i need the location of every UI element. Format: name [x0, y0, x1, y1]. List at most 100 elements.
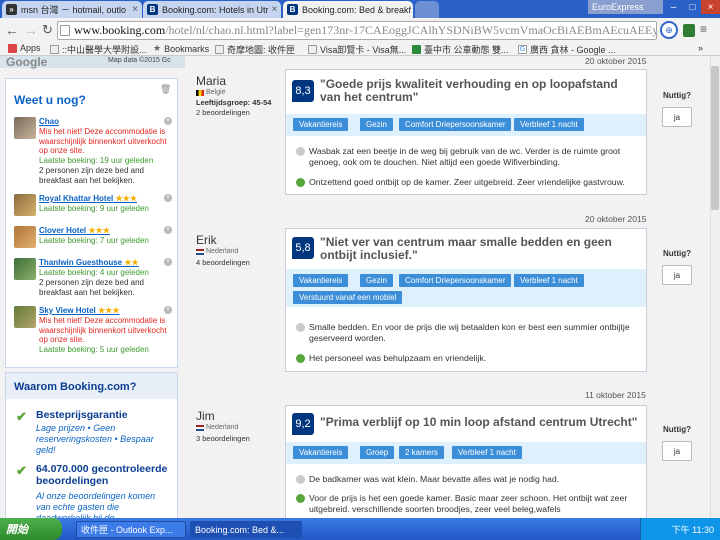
star-rating: ★★★	[115, 194, 137, 203]
star-rating: ★★★	[98, 306, 120, 315]
hotel-thumbnail[interactable]	[14, 117, 36, 139]
viewers-message: 2 personen zijn deze bed and breakfast a…	[39, 166, 144, 185]
review-negative: Wasbak zat een beetje in de weg bij gebr…	[296, 146, 641, 168]
reviewer-count: 2 beoordelingen	[196, 108, 250, 117]
review-tags: Vakantiereis Gezin Comfort Driepersoonsk…	[286, 269, 646, 307]
review-date: 20 oktober 2015	[585, 56, 647, 66]
close-tab-icon[interactable]: ×	[269, 4, 278, 15]
page-icon	[60, 25, 70, 36]
close-window-icon[interactable]: ×	[701, 0, 720, 14]
forward-arrow-icon[interactable]: →	[24, 22, 38, 38]
bookmarks-bar: Apps ::中山醫學大學附設... ★ Bookmarks 奇摩地圖: 收件匣 …	[0, 42, 720, 56]
viewers-message: 2 personen zijn deze bed and breakfast a…	[39, 278, 144, 297]
tab-booking-hotels[interactable]: B Booking.com: Hotels in Utr ×	[143, 1, 281, 18]
taskbar-chrome[interactable]: Booking.com: Bed &...	[190, 521, 302, 538]
more-bookmarks-icon[interactable]: »	[698, 43, 703, 53]
extension-globe-icon[interactable]: ⊕	[660, 21, 678, 39]
hotel-thumbnail[interactable]	[14, 258, 36, 280]
review-negative: Smalle bedden. En voor de prijs die wij …	[296, 322, 641, 344]
map-attribution: Map data ©2015 Gc	[108, 57, 171, 64]
hotel-name-link[interactable]: Sky View Hotel ★★★	[39, 306, 120, 315]
address-bar[interactable]: www.booking.com/hotel/nl/chao.nl.html?la…	[57, 21, 657, 40]
start-button[interactable]: 開始	[0, 518, 62, 540]
back-arrow-icon[interactable]: ←	[5, 22, 19, 38]
tab-booking-active[interactable]: B Booking.com: Bed & breakf ×	[283, 1, 413, 18]
scrollbar-thumb[interactable]	[711, 66, 719, 210]
review-score: 5,8	[292, 237, 314, 259]
helpful-yes-button[interactable]: ja	[662, 265, 692, 285]
review-tags: Vakantiereis Groep 2 kamers Verbleef 1 n…	[286, 442, 646, 464]
page-icon	[50, 45, 59, 54]
remove-icon[interactable]: ×	[164, 194, 172, 202]
hotel-name-link[interactable]: Chao	[39, 117, 59, 126]
remove-icon[interactable]: ×	[164, 258, 172, 266]
review-positive: Ontzettend goed ontbijt op de kamer. Zee…	[296, 177, 641, 188]
tag-trip-type: Vakantiereis	[293, 274, 349, 287]
tag-group: Gezin	[360, 274, 393, 287]
tag-room: Comfort Driepersoonskamer	[399, 274, 512, 287]
trash-icon[interactable]: 🗑	[160, 84, 171, 95]
tag-nights: Verbleef 1 nacht	[514, 274, 584, 287]
star-rating: ★★★	[88, 226, 110, 235]
hotel-thumbnail[interactable]	[14, 306, 36, 328]
euroexpress-extension[interactable]: EuroExpress	[588, 0, 663, 14]
review-score: 8,3	[292, 80, 314, 102]
close-tab-icon[interactable]: ×	[129, 4, 138, 15]
last-booking: Laatste boeking: 5 uur geleden	[39, 345, 149, 354]
star-icon: ★	[153, 43, 162, 53]
bookmark-apps[interactable]: Apps	[8, 43, 41, 53]
tag-nights: Verbleef 1 nacht	[514, 118, 584, 131]
bookmark-6[interactable]: G 廣西 貪林 - Google ...	[518, 43, 616, 56]
helpful-yes-button[interactable]: ja	[662, 441, 692, 461]
review-positive: Het personeel was behulpzaam en vriendel…	[296, 353, 641, 364]
hotel-name-link[interactable]: Royal Khattar Hotel ★★★	[39, 194, 137, 203]
bookmark-5[interactable]: 臺中市 公車動態 雙...	[412, 43, 509, 56]
review-positive: Voor de prijs is het een goede kamer. Ba…	[296, 493, 641, 515]
minimize-icon[interactable]: –	[664, 0, 683, 14]
tag-mobile: Verstuurd vanaf een mobiel	[293, 291, 403, 304]
reload-icon[interactable]: ↻	[42, 22, 53, 38]
helpful-label: Nuttig?	[663, 425, 691, 434]
urgency-message: Mis het niet! Deze accommodatie is waars…	[39, 316, 167, 344]
taskbar-outlook[interactable]: 收件匣 - Outlook Exp...	[76, 521, 186, 538]
last-booking: Laatste boeking: 9 uur geleden	[39, 204, 149, 213]
review-title: "Niet ver van centrum maar smalle bedden…	[320, 235, 612, 262]
review-card: 5,8 "Niet ver van centrum maar smalle be…	[285, 228, 647, 372]
remove-icon[interactable]: ×	[164, 226, 172, 234]
system-tray: 下午 11:30	[640, 518, 720, 540]
bookmark-2[interactable]: ★ Bookmarks	[153, 43, 209, 54]
hotel-thumbnail[interactable]	[14, 194, 36, 216]
helpful-yes-button[interactable]: ja	[662, 107, 692, 127]
page-icon	[308, 45, 317, 54]
star-rating: ★★	[124, 258, 139, 267]
google-logo: Google	[6, 55, 48, 69]
helpful-label: Nuttig?	[663, 91, 691, 100]
tag-trip-type: Vakantiereis	[293, 446, 349, 459]
new-tab-button[interactable]	[415, 1, 439, 18]
menu-icon[interactable]: ≡	[700, 22, 707, 36]
reviewer-name: Erik	[196, 233, 217, 247]
apps-icon	[8, 43, 17, 53]
urgency-message: Mis het niet! Deze accommodatie is waars…	[39, 127, 167, 155]
remove-icon[interactable]: ×	[164, 306, 172, 314]
flag-netherlands-icon	[196, 248, 204, 255]
tag-room: Comfort Driepersoonskamer	[399, 118, 512, 131]
booking-favicon-icon: B	[147, 4, 158, 15]
bus-icon	[412, 45, 421, 54]
reviewer-country: België	[196, 89, 225, 96]
hotel-thumbnail[interactable]	[14, 226, 36, 248]
remove-icon[interactable]: ×	[164, 117, 172, 125]
maximize-icon[interactable]: □	[683, 0, 702, 14]
reviewer-count: 3 beoordelingen	[196, 434, 250, 443]
close-tab-icon[interactable]: ×	[411, 4, 413, 15]
extension-icon[interactable]	[683, 24, 695, 37]
hotel-name-link[interactable]: Thanlwin Guesthouse ★★	[39, 258, 139, 267]
why-booking-title: Waarom Booking.com?	[14, 381, 137, 393]
hotel-name-link[interactable]: Clover Hotel ★★★	[39, 226, 110, 235]
tab-msn[interactable]: » msn 台灣 － hotmail, outlo ×	[2, 1, 142, 18]
bookmark-3[interactable]: 奇摩地圖: 收件匣	[215, 43, 295, 56]
bookmark-1[interactable]: ::中山醫學大學附設...	[50, 43, 147, 56]
clock[interactable]: 下午 11:30	[672, 523, 714, 536]
bookmark-4[interactable]: Visa卸覽卡 - Visa無...	[308, 43, 406, 56]
recently-viewed-panel: Weet u nog? 🗑 Chao Mis het niet! Deze ac…	[5, 78, 178, 368]
